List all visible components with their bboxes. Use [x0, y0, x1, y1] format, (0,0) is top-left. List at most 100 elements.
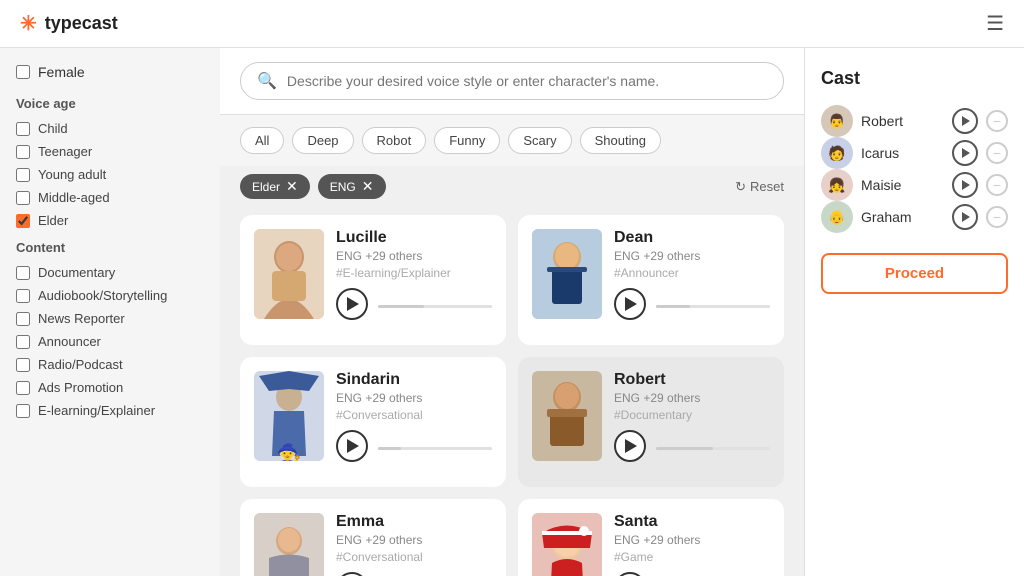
filter-tag-label: Elder [252, 180, 280, 194]
cast-remove-button[interactable]: − [986, 142, 1008, 164]
cast-item: 👧Maisie− [821, 169, 1008, 201]
content-type-checkbox[interactable] [16, 358, 30, 372]
voice-age-label: Child [38, 121, 68, 136]
filter-pill-deep[interactable]: Deep [292, 127, 353, 154]
card-body: Santa ENG +29 others #Game [532, 513, 770, 576]
card-progress-fill [378, 447, 401, 450]
voice-age-item: Teenager [16, 144, 204, 159]
cast-item: 👨 Robert − [821, 105, 1008, 137]
card-play-button[interactable] [336, 430, 368, 462]
voice-age-checkbox[interactable] [16, 191, 30, 205]
voice-age-item: Child [16, 121, 204, 136]
active-filter-tag: Elder ✕ [240, 174, 310, 199]
content-type-checkbox[interactable] [16, 289, 30, 303]
card-play-button[interactable] [614, 430, 646, 462]
card-tag: #Conversational [336, 550, 492, 564]
voice-age-title: Voice age [16, 96, 204, 111]
content-type-label: E-learning/Explainer [38, 403, 155, 418]
proceed-button[interactable]: Proceed [821, 253, 1008, 294]
female-filter: Female [16, 64, 204, 80]
content-type-label: Audiobook/Storytelling [38, 288, 167, 303]
card-sindarin[interactable]: 🧙 Sindarin ENG +29 others #Conversationa… [240, 357, 506, 487]
content-type-item: Documentary [16, 265, 204, 280]
content-type-label: Announcer [38, 334, 101, 349]
reset-icon: ↻ [735, 179, 746, 195]
cards-scroll[interactable]: Lucille ENG +29 others #E-learning/Expla… [220, 207, 804, 576]
card-play-button[interactable] [336, 572, 368, 576]
card-play-button[interactable] [614, 288, 646, 320]
cast-member-name: Robert [861, 113, 944, 129]
card-santa[interactable]: Santa ENG +29 others #Game [518, 499, 784, 576]
voice-age-item: Elder [16, 213, 204, 228]
card-lucille[interactable]: Lucille ENG +29 others #E-learning/Expla… [240, 215, 506, 345]
logo-text: typecast [45, 13, 118, 34]
content-type-checkbox[interactable] [16, 312, 30, 326]
card-avatar-robert [532, 371, 602, 461]
voice-age-label: Young adult [38, 167, 106, 182]
voice-age-label: Middle-aged [38, 190, 110, 205]
search-icon: 🔍 [257, 71, 277, 91]
cast-avatar: 👨 [821, 105, 853, 137]
content-type-checkbox[interactable] [16, 404, 30, 418]
card-play-button[interactable] [336, 288, 368, 320]
reset-button[interactable]: ↻ Reset [735, 179, 784, 195]
card-info: Santa ENG +29 others #Game [614, 513, 770, 576]
card-avatar-dean [532, 229, 602, 319]
voice-age-checkbox[interactable] [16, 214, 30, 228]
cards-grid: Lucille ENG +29 others #E-learning/Expla… [240, 215, 784, 576]
menu-icon[interactable]: ☰ [986, 11, 1004, 36]
card-robert[interactable]: Robert ENG +29 others #Documentary [518, 357, 784, 487]
cast-play-button[interactable] [952, 108, 978, 134]
card-info: Lucille ENG +29 others #E-learning/Expla… [336, 229, 492, 320]
voice-age-item: Middle-aged [16, 190, 204, 205]
active-filters: Elder ✕ ENG ✕ ↻ Reset [220, 166, 804, 207]
filter-pill-scary[interactable]: Scary [508, 127, 571, 154]
card-body: Emma ENG +29 others #Conversational [254, 513, 492, 576]
card-dean[interactable]: Dean ENG +29 others #Announcer [518, 215, 784, 345]
search-input[interactable] [287, 73, 767, 89]
voice-age-checkbox[interactable] [16, 168, 30, 182]
voice-age-label: Elder [38, 213, 68, 228]
card-play-button[interactable] [614, 572, 646, 576]
card-tag: #E-learning/Explainer [336, 266, 492, 280]
cast-play-button[interactable] [952, 140, 978, 166]
filter-tag-label: ENG [330, 180, 356, 194]
filter-pill-funny[interactable]: Funny [434, 127, 500, 154]
cast-remove-button[interactable]: − [986, 174, 1008, 196]
card-lang: ENG +29 others [614, 533, 770, 547]
cast-play-button[interactable] [952, 204, 978, 230]
content-type-item: Ads Promotion [16, 380, 204, 395]
card-progress-bar [656, 447, 770, 450]
content-type-item: E-learning/Explainer [16, 403, 204, 418]
filter-pill-shouting[interactable]: Shouting [580, 127, 661, 154]
card-progress-bar [656, 305, 770, 308]
sidebar: Female Voice age Child Teenager Young adul… [0, 48, 220, 576]
content-type-checkbox[interactable] [16, 335, 30, 349]
content-type-label: Ads Promotion [38, 380, 123, 395]
card-name: Dean [614, 229, 770, 247]
cast-items: 👨Robert−🧑Icarus−👧Maisie−👴Graham− [821, 105, 1008, 233]
female-label: Female [38, 64, 85, 80]
card-progress-bar [378, 305, 492, 308]
card-name: Santa [614, 513, 770, 531]
center-panel: 🔍 AllDeepRobotFunnyScaryShouting Elder✕E… [220, 48, 804, 576]
filter-pill-robot[interactable]: Robot [362, 127, 427, 154]
female-checkbox[interactable] [16, 65, 30, 79]
content-type-checkbox[interactable] [16, 266, 30, 280]
cast-play-button[interactable] [952, 172, 978, 198]
voice-age-checkbox[interactable] [16, 122, 30, 136]
cast-remove-button[interactable]: − [986, 206, 1008, 228]
svg-text:🧙: 🧙 [277, 442, 302, 461]
voice-age-checkbox[interactable] [16, 145, 30, 159]
filter-tag-remove[interactable]: ✕ [286, 178, 298, 195]
card-info: Sindarin ENG +29 others #Conversational [336, 371, 492, 462]
filter-tag-remove[interactable]: ✕ [362, 178, 374, 195]
voice-age-list: Child Teenager Young adult Middle-aged Elder [16, 121, 204, 228]
voice-age-label: Teenager [38, 144, 92, 159]
card-emma[interactable]: Emma ENG +29 others #Conversational [240, 499, 506, 576]
filter-pill-all[interactable]: All [240, 127, 284, 154]
cast-remove-button[interactable]: − [986, 110, 1008, 132]
content-type-checkbox[interactable] [16, 381, 30, 395]
active-filter-tag: ENG ✕ [318, 174, 386, 199]
card-lang: ENG +29 others [614, 249, 770, 263]
